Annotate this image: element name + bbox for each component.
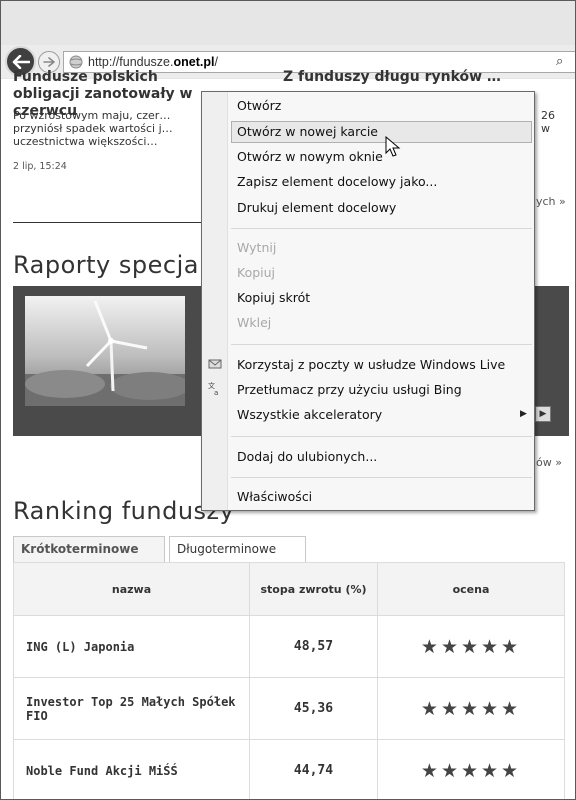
menu-separator xyxy=(231,228,532,229)
menu-item-open-new-window[interactable]: Otwórz w nowym oknie xyxy=(237,149,383,164)
table-row: Investor Top 25 Małych Spółek FIO 45,36 … xyxy=(13,677,565,740)
column-header-rating[interactable]: ocena xyxy=(377,562,565,616)
context-menu: Otwórz Otwórz w nowej karcie Otwórz w no… xyxy=(201,91,535,511)
article-snippet-left: Po wzrostowym maju, czer… przyniósł spad… xyxy=(13,109,173,148)
menu-item-paste: Wklej xyxy=(237,315,272,330)
table-row: Noble Fund Akcji MiŚŚ 44,74 ★★★★★ xyxy=(13,739,565,799)
menu-icon-gutter xyxy=(202,92,228,510)
menu-item-copy-shortcut[interactable]: Kopiuj skrót xyxy=(237,290,310,305)
fund-name[interactable]: Investor Top 25 Małych Spółek FIO xyxy=(13,677,250,740)
menu-item-translate-bing[interactable]: Przetłumacz przy użyciu usługi Bing xyxy=(237,382,462,397)
fund-rate: 45,36 xyxy=(249,677,378,740)
banner-next-button[interactable]: ▶ xyxy=(535,406,551,422)
address-url: http://fundusze.onet.pl/ xyxy=(88,55,218,69)
rating-stars: ★★★★★ xyxy=(377,677,565,740)
article-date: 2 lip, 15:24 xyxy=(13,161,67,172)
menu-item-save-target[interactable]: Zapisz element docelowy jako... xyxy=(237,174,437,189)
browser-chrome: http://fundusze.onet.pl/ ⌕ xyxy=(1,1,575,79)
translate-icon: 文a xyxy=(208,381,222,398)
article-title-right[interactable]: Z funduszy długu rynków … xyxy=(283,69,573,86)
menu-item-open-new-tab[interactable]: Otwórz w nowej karcie xyxy=(237,124,378,139)
divider xyxy=(13,222,201,223)
table-header-row: nazwa stopa zwrotu (%) ocena xyxy=(13,562,565,616)
menu-item-cut: Wytnij xyxy=(237,240,277,255)
ranking-table: nazwa stopa zwrotu (%) ocena ING (L) Jap… xyxy=(13,562,565,799)
fund-name[interactable]: Noble Fund Akcji MiŚŚ xyxy=(13,739,250,799)
fund-rate: 48,57 xyxy=(249,615,378,678)
submenu-arrow-icon: ▶ xyxy=(520,409,527,419)
article-snippet-right-2: w xyxy=(541,122,550,135)
menu-item-properties[interactable]: Właściwości xyxy=(237,489,312,504)
tab-long-term[interactable]: Długoterminowe xyxy=(169,536,306,562)
tab-short-term[interactable]: Krótkoterminowe xyxy=(13,536,165,562)
menu-item-add-favorites[interactable]: Dodaj do ulubionych... xyxy=(237,449,377,464)
article-snippet-right-1: 26 xyxy=(541,109,555,122)
menu-item-windows-live-mail[interactable]: Korzystaj z poczty w usłudze Windows Liv… xyxy=(237,357,505,372)
wind-turbine-icon xyxy=(25,300,185,406)
browser-window: http://fundusze.onet.pl/ ⌕ Fundusze pols… xyxy=(0,0,576,800)
table-row: ING (L) Japonia 48,57 ★★★★★ xyxy=(13,615,565,678)
menu-item-open[interactable]: Otwórz xyxy=(237,98,281,113)
menu-separator xyxy=(231,344,532,345)
menu-separator xyxy=(231,436,532,437)
menu-item-print-target[interactable]: Drukuj element docelowy xyxy=(237,200,396,215)
menu-separator xyxy=(231,477,532,478)
forward-arrow-icon xyxy=(43,57,55,67)
back-arrow-icon xyxy=(12,54,30,69)
column-header-rate[interactable]: stopa zwrotu (%) xyxy=(249,562,378,616)
search-icon[interactable]: ⌕ xyxy=(556,54,563,69)
more-articles-link[interactable]: ych » xyxy=(536,195,566,208)
globe-icon xyxy=(69,55,83,69)
rating-stars: ★★★★★ xyxy=(377,739,565,799)
fund-name[interactable]: ING (L) Japonia xyxy=(13,615,250,678)
mouse-cursor-icon xyxy=(385,136,401,157)
fund-rate: 44,74 xyxy=(249,739,378,799)
svg-text:a: a xyxy=(214,389,218,395)
menu-item-copy: Kopiuj xyxy=(237,265,276,280)
more-reports-link[interactable]: ów » xyxy=(536,456,562,469)
menu-item-all-accelerators[interactable]: Wszystkie akceleratory xyxy=(237,407,382,422)
rating-stars: ★★★★★ xyxy=(377,615,565,678)
wind-turbine-image[interactable] xyxy=(25,296,185,406)
column-header-name[interactable]: nazwa xyxy=(13,562,250,616)
mail-icon xyxy=(208,358,222,373)
